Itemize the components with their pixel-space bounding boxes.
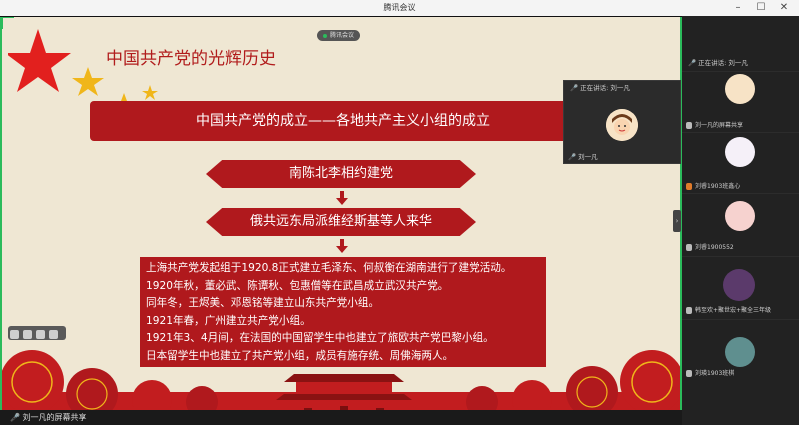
title-bar: 腾讯会议 – ☐ ✕: [0, 0, 799, 17]
more-icon[interactable]: [49, 330, 58, 339]
down-arrow-icon: [336, 239, 348, 253]
mic-icon: [686, 307, 692, 314]
close-icon[interactable]: ✕: [777, 1, 791, 15]
avatar: [725, 337, 755, 367]
slide-title: 中国共产党的光辉历史: [106, 49, 276, 69]
participant-name: 刘瑛1903班棋: [686, 368, 734, 377]
maximize-icon[interactable]: ☐: [754, 1, 768, 15]
tiananmen-gate-icon: [276, 374, 412, 410]
participant-tile[interactable]: 刘睿1903班鑫心: [682, 132, 799, 193]
slide-text-line: 上海共产党发起组于1920.8正式建立毛泽东、何叔衡在湖南进行了建党活动。: [146, 262, 512, 274]
pip-name: 🎤 刘一凡: [568, 153, 598, 161]
screen-icon: [686, 122, 692, 129]
participant-tile[interactable]: 韩至欢+聚世宏+聚全三年级: [682, 256, 799, 317]
avatar: [725, 74, 755, 104]
user-icon: [686, 183, 692, 190]
mic-icon: [686, 370, 692, 377]
shared-screen-owner: 🎤 刘一凡的屏幕共享: [10, 413, 87, 422]
participant-tile[interactable]: 刘瑛1903班棋: [682, 319, 799, 380]
green-dot-icon: [323, 33, 327, 38]
screen-share-indicator[interactable]: 腾讯会议: [317, 30, 361, 41]
share-toolbar[interactable]: [8, 326, 66, 340]
participant-sidebar: 🎤 正在讲话: 刘一凡 刘一凡的屏幕共享 刘睿1903班鑫心 刘睿1900552…: [682, 16, 799, 425]
annotate-icon[interactable]: [23, 330, 32, 339]
speaker-video-window[interactable]: 🎤 正在讲话: 刘一凡 🎤 刘一凡: [563, 80, 681, 164]
avatar: [725, 201, 755, 231]
window-title: 腾讯会议: [383, 3, 416, 12]
participant-name: 韩至欢+聚世宏+聚全三年级: [686, 305, 771, 314]
down-arrow-icon: [336, 191, 348, 205]
avatar: [723, 269, 755, 301]
slide-text-line: 1921年春，广州建立共产党小组。: [146, 314, 311, 327]
zoom-icon[interactable]: [36, 330, 45, 339]
step-box-2: 俄共远东局派维经斯基等人来华: [206, 208, 476, 236]
step-box-1: 南陈北李相约建党: [206, 160, 476, 188]
slide-text-line: 同年冬，王烬美、邓恩铭等建立山东共产党小组。: [146, 297, 380, 309]
participant-name: 刘睿1903班鑫心: [686, 181, 740, 190]
participant-tile[interactable]: 刘睿1900552: [682, 193, 799, 254]
participant-name: 刘睿1900552: [686, 242, 734, 251]
slide-text-line: 1920年秋，董必武、陈谭秋、包惠僧等在武昌成立武汉共产党。: [146, 279, 449, 292]
collapse-sidebar-button[interactable]: ›: [673, 210, 681, 232]
participant-tile[interactable]: 刘一凡的屏幕共享: [682, 71, 799, 132]
avatar: [725, 137, 755, 167]
mic-icon: [686, 244, 692, 251]
cartoon-avatar-icon: [606, 109, 638, 141]
shared-screen-owner-bar: 🎤 刘一凡的屏幕共享: [0, 410, 682, 425]
slide-banner: 中国共产党的成立——各地共产主义小组的成立: [90, 101, 596, 141]
participant-name: 刘一凡的屏幕共享: [686, 120, 743, 129]
presentation-slide: 中国共产党的光辉历史 中国共产党的成立——各地共产主义小组的成立 南陈北李相约建…: [0, 17, 682, 410]
minimize-icon[interactable]: –: [731, 1, 745, 15]
pip-speaking-label: 🎤 正在讲话: 刘一凡: [570, 84, 630, 92]
sidebar-speaking-label: 🎤 正在讲话: 刘一凡: [688, 59, 748, 67]
layout-icon[interactable]: [10, 330, 19, 339]
avatar: [606, 109, 638, 141]
